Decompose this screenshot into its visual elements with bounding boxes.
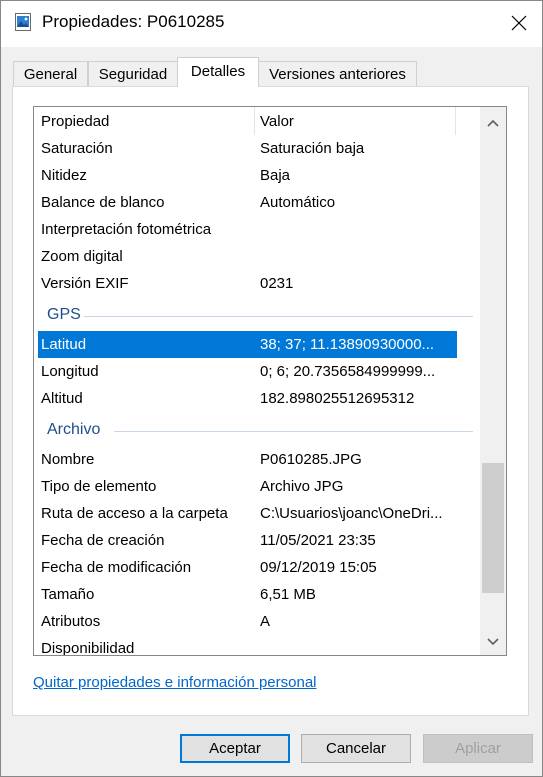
property-value: Baja <box>260 167 291 184</box>
property-value: 38; 37; 11.13890930000... <box>260 336 435 353</box>
vertical-scrollbar[interactable] <box>480 107 506 655</box>
scroll-down-button[interactable] <box>480 629 506 655</box>
property-name: Interpretación fotométrica <box>41 221 212 238</box>
group-header-gps: GPS <box>34 297 481 331</box>
column-header-property[interactable]: Propiedad <box>41 113 109 130</box>
tab-general[interactable]: General <box>13 61 88 86</box>
property-value: Archivo JPG <box>260 478 344 495</box>
list-item[interactable]: Fecha de creación 11/05/2021 23:35 <box>34 527 481 554</box>
remove-properties-link[interactable]: Quitar propiedades e información persona… <box>33 674 317 691</box>
property-value: A <box>260 613 271 630</box>
property-value: 182.898025512695312 <box>260 390 415 407</box>
property-name: Nombre <box>41 451 95 468</box>
list-item[interactable]: Tamaño 6,51 MB <box>34 581 481 608</box>
apply-button[interactable]: Aplicar <box>423 734 533 763</box>
list-item[interactable]: Tipo de elemento Archivo JPG <box>34 473 481 500</box>
chevron-down-icon <box>487 638 499 646</box>
list-item[interactable]: Zoom digital <box>34 243 481 270</box>
tab-detalles[interactable]: Detalles <box>177 57 259 87</box>
scrollbar-thumb[interactable] <box>482 463 504 593</box>
list-item[interactable]: Nitidez Baja <box>34 162 481 189</box>
tab-versiones-anteriores[interactable]: Versiones anteriores <box>258 61 417 86</box>
property-value: 0; 6; 20.7356584999999... <box>260 363 436 380</box>
window-title: Propiedades: P0610285 <box>42 12 225 31</box>
property-name: Balance de blanco <box>41 194 165 211</box>
group-label: GPS <box>47 306 81 323</box>
property-name: Fecha de creación <box>41 532 165 549</box>
list-item[interactable]: Disponibilidad <box>34 635 481 656</box>
list-item[interactable]: Balance de blanco Automático <box>34 189 481 216</box>
column-header-value[interactable]: Valor <box>260 113 294 130</box>
list-header: Propiedad Valor <box>34 107 481 135</box>
scroll-up-button[interactable] <box>480 110 506 136</box>
property-name: Nitidez <box>41 167 87 184</box>
property-name: Latitud <box>41 336 87 353</box>
property-name: Zoom digital <box>41 248 123 265</box>
chevron-up-icon <box>487 119 499 127</box>
property-name: Ruta de acceso a la carpeta <box>41 505 228 522</box>
list-item-selected[interactable]: Latitud 38; 37; 11.13890930000... <box>38 331 457 358</box>
property-name: Longitud <box>41 363 99 380</box>
list-item[interactable]: Altitud 182.898025512695312 <box>34 385 481 412</box>
close-icon <box>511 15 527 31</box>
list-item[interactable]: Versión EXIF 0231 <box>34 270 481 297</box>
property-name: Tipo de elemento <box>41 478 157 495</box>
column-divider[interactable] <box>455 107 456 135</box>
property-name: Saturación <box>41 140 113 157</box>
property-value: 0231 <box>260 275 294 292</box>
properties-list[interactable]: Propiedad Valor Saturación Saturación ba… <box>33 106 507 656</box>
property-name: Tamaño <box>41 586 95 603</box>
property-name: Altitud <box>41 390 83 407</box>
property-name: Atributos <box>41 613 101 630</box>
ok-button[interactable]: Aceptar <box>180 734 290 763</box>
list-rows: Saturación Saturación baja Nitidez Baja … <box>34 135 481 656</box>
property-name: Versión EXIF <box>41 275 129 292</box>
list-item[interactable]: Fecha de modificación 09/12/2019 15:05 <box>34 554 481 581</box>
property-name: Disponibilidad <box>41 640 135 656</box>
group-divider <box>84 316 473 317</box>
property-name: Fecha de modificación <box>41 559 192 576</box>
group-label: Archivo <box>47 421 101 438</box>
column-divider[interactable] <box>254 107 255 135</box>
list-item[interactable]: Ruta de acceso a la carpeta C:\Usuarios\… <box>34 500 481 527</box>
group-header-archivo: Archivo <box>34 412 481 446</box>
title-bar: Propiedades: P0610285 <box>1 1 542 47</box>
property-value: 11/05/2021 23:35 <box>260 532 376 549</box>
group-divider <box>114 431 473 432</box>
property-value: Automático <box>260 194 336 211</box>
cancel-button[interactable]: Cancelar <box>301 734 411 763</box>
tab-seguridad[interactable]: Seguridad <box>88 61 178 86</box>
properties-dialog: Propiedades: P0610285 General Seguridad … <box>0 0 543 777</box>
list-item[interactable]: Interpretación fotométrica <box>34 216 481 243</box>
property-value: P0610285.JPG <box>260 451 362 468</box>
property-value: 09/12/2019 15:05 <box>260 559 377 576</box>
property-value: 6,51 MB <box>260 586 316 603</box>
picture-file-icon <box>15 13 31 31</box>
list-item[interactable]: Longitud 0; 6; 20.7356584999999... <box>34 358 481 385</box>
list-item[interactable]: Saturación Saturación baja <box>34 135 481 162</box>
list-item[interactable]: Atributos A <box>34 608 481 635</box>
close-button[interactable] <box>496 1 542 45</box>
property-value: C:\Usuarios\joanc\OneDri... <box>260 505 443 522</box>
property-value: Saturación baja <box>260 140 365 157</box>
list-item[interactable]: Nombre P0610285.JPG <box>34 446 481 473</box>
